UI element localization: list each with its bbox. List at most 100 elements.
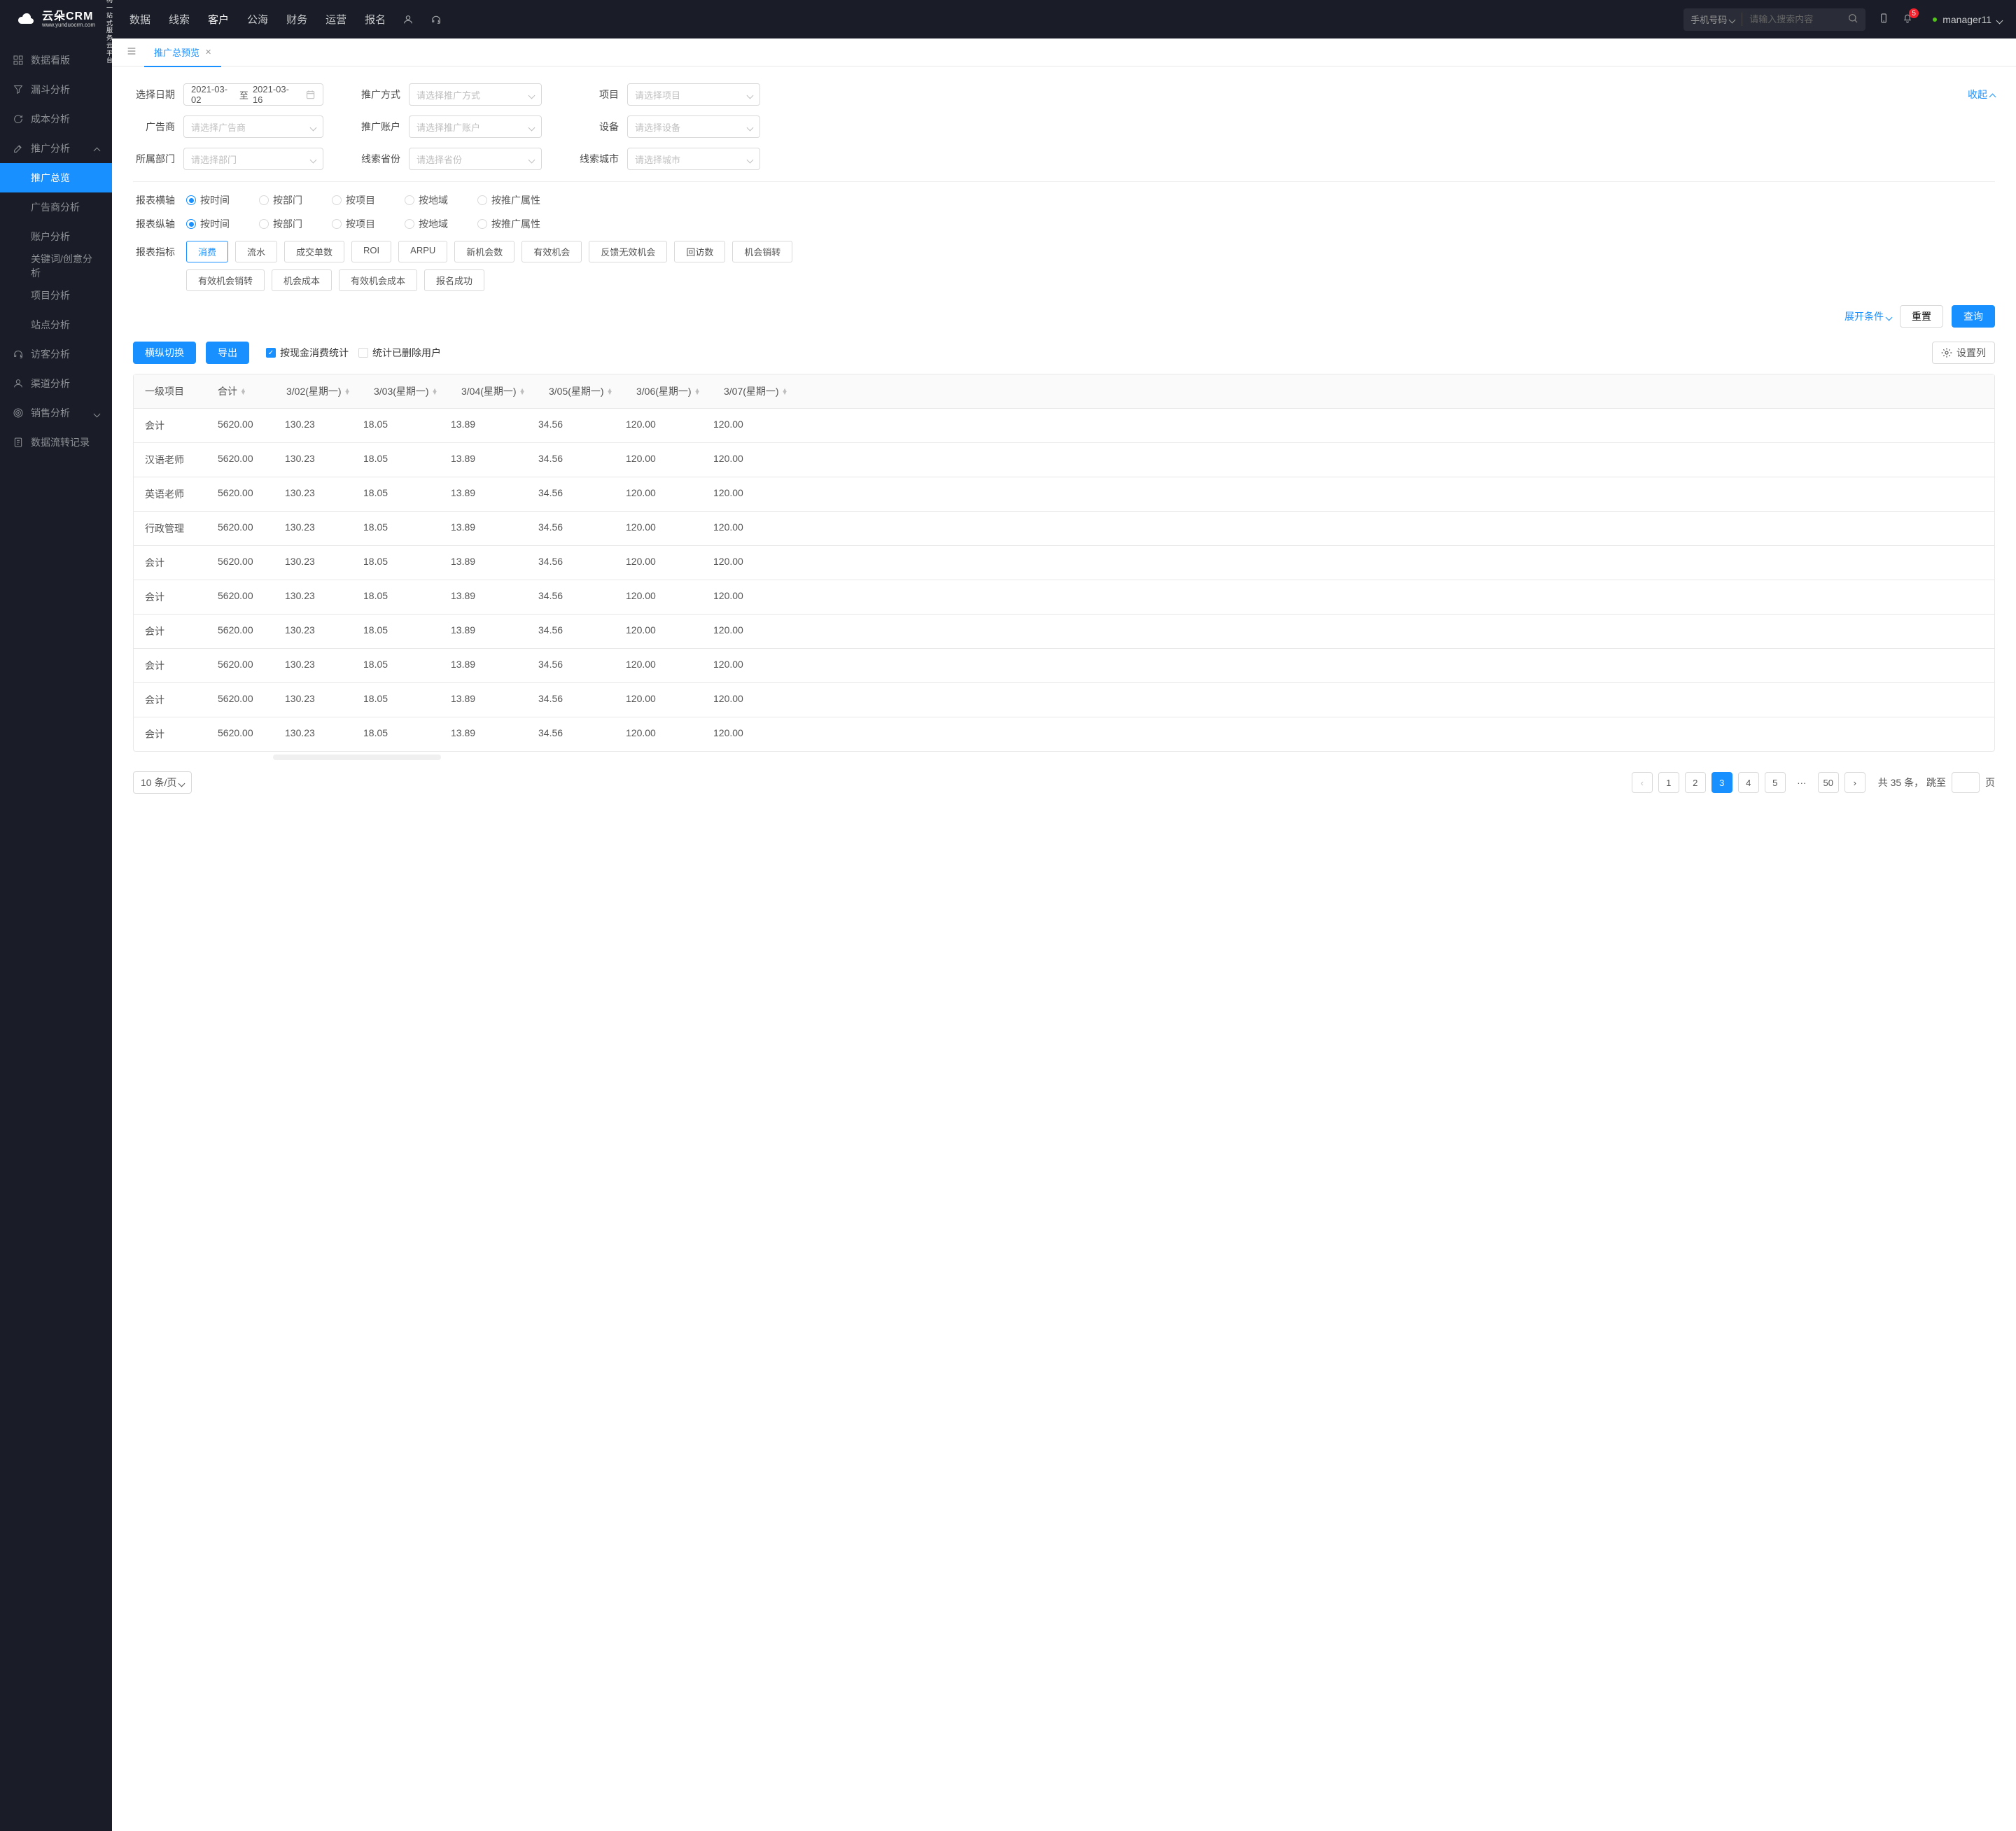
search-button[interactable] [1840, 13, 1865, 26]
date-range-picker[interactable]: 2021-03-02 至 2021-03-16 [183, 83, 323, 106]
select-method[interactable]: 请选择推广方式 [409, 83, 542, 106]
radio-option[interactable]: 按地域 [405, 193, 448, 207]
th[interactable]: 3/02(星期一) ▲▼ [274, 374, 361, 408]
metric-tag[interactable]: 新机会数 [454, 241, 514, 262]
metric-tag[interactable]: 消费 [186, 241, 228, 262]
select-project[interactable]: 请选择项目 [627, 83, 760, 106]
radio-icon [186, 195, 196, 205]
radio-option[interactable]: 按项目 [332, 217, 375, 231]
metric-tag[interactable]: 有效机会 [522, 241, 582, 262]
radio-option[interactable]: 按推广属性 [477, 193, 540, 207]
td: 130.23 [274, 409, 351, 442]
headset-icon[interactable] [430, 14, 442, 25]
topnav-item[interactable]: 公海 [247, 12, 268, 27]
menu-collapse-icon[interactable] [119, 45, 144, 59]
query-button[interactable]: 查询 [1952, 305, 1995, 328]
metric-tag[interactable]: 反馈无效机会 [589, 241, 667, 262]
switch-axis-button[interactable]: 横纵切换 [133, 342, 196, 364]
pager-page[interactable]: 3 [1712, 772, 1732, 793]
td: 34.56 [526, 443, 613, 477]
sidebar-subitem[interactable]: 项目分析 [0, 281, 112, 310]
metric-tag[interactable]: ARPU [398, 241, 447, 262]
topnav-item[interactable]: 客户 [208, 12, 229, 27]
pager-page[interactable]: 5 [1765, 772, 1786, 793]
th[interactable]: 3/04(星期一) ▲▼ [449, 374, 536, 408]
metric-tag[interactable]: 成交单数 [284, 241, 344, 262]
mobile-icon[interactable] [1878, 13, 1889, 26]
select-account[interactable]: 请选择推广账户 [409, 115, 542, 138]
td: 行政管理 [134, 512, 211, 545]
sidebar-item[interactable]: 数据看版 [0, 45, 112, 75]
th[interactable]: 3/05(星期一) ▲▼ [536, 374, 624, 408]
search-type-select[interactable]: 手机号码 [1684, 13, 1742, 26]
td: 120.00 [701, 717, 788, 751]
reset-button[interactable]: 重置 [1900, 305, 1943, 328]
close-icon[interactable]: ✕ [205, 48, 211, 57]
checkbox-deleted[interactable]: 统计已删除用户 [358, 346, 441, 360]
sidebar-subitem[interactable]: 站点分析 [0, 310, 112, 339]
metric-tag[interactable]: 有效机会销转 [186, 269, 265, 291]
sidebar-item[interactable]: 销售分析 [0, 398, 112, 428]
tab-promotion-overview[interactable]: 推广总预览 ✕ [144, 39, 221, 67]
sidebar-item[interactable]: 访客分析 [0, 339, 112, 369]
th[interactable]: 3/06(星期一) ▲▼ [624, 374, 711, 408]
topnav-item[interactable]: 线索 [169, 12, 190, 27]
sidebar-item[interactable]: 成本分析 [0, 104, 112, 134]
radio-option[interactable]: 按地域 [405, 217, 448, 231]
sidebar-subitem[interactable]: 账户分析 [0, 222, 112, 251]
th[interactable]: 一级项目 [134, 374, 211, 408]
user-menu[interactable]: manager11 [1933, 14, 2002, 25]
expand-conditions-link[interactable]: 展开条件 [1844, 309, 1891, 323]
sort-icon: ▲▼ [694, 388, 701, 395]
metric-tag[interactable]: 机会销转 [732, 241, 792, 262]
pager-page[interactable]: 1 [1658, 772, 1679, 793]
topnav-item[interactable]: 报名 [365, 12, 386, 27]
td: 120.00 [701, 649, 788, 682]
sidebar-subitem[interactable]: 广告商分析 [0, 192, 112, 222]
pager-last[interactable]: 50 [1818, 772, 1839, 793]
sidebar-item[interactable]: 渠道分析 [0, 369, 112, 398]
topnav-item[interactable]: 运营 [326, 12, 346, 27]
sidebar-subitem[interactable]: 关键词/创意分析 [0, 251, 112, 281]
topnav-item[interactable]: 财务 [286, 12, 307, 27]
sidebar-item[interactable]: 数据流转记录 [0, 428, 112, 457]
sidebar-item[interactable]: 推广分析 [0, 134, 112, 163]
set-columns-button[interactable]: 设置列 [1932, 342, 1995, 364]
th[interactable]: 合计 ▲▼ [211, 374, 274, 408]
select-province[interactable]: 请选择省份 [409, 148, 542, 170]
topnav-item[interactable]: 数据 [130, 12, 150, 27]
metric-tag[interactable]: ROI [351, 241, 391, 262]
collapse-filters-link[interactable]: 收起 [1968, 87, 1995, 101]
radio-option[interactable]: 按部门 [259, 217, 302, 231]
radio-option[interactable]: 按部门 [259, 193, 302, 207]
metric-tag[interactable]: 流水 [235, 241, 277, 262]
radio-option[interactable]: 按项目 [332, 193, 375, 207]
radio-option[interactable]: 按推广属性 [477, 217, 540, 231]
metric-tag[interactable]: 回访数 [674, 241, 725, 262]
metric-tag[interactable]: 机会成本 [272, 269, 332, 291]
pager-prev[interactable]: ‹ [1632, 772, 1653, 793]
radio-option[interactable]: 按时间 [186, 193, 230, 207]
page-size-select[interactable]: 10 条/页 [133, 771, 192, 794]
user-icon[interactable] [402, 14, 414, 25]
pager-jump-input[interactable] [1952, 772, 1980, 793]
bell-icon[interactable]: 5 [1902, 13, 1913, 26]
select-advertiser[interactable]: 请选择广告商 [183, 115, 323, 138]
export-button[interactable]: 导出 [206, 342, 249, 364]
search-input[interactable] [1742, 14, 1840, 24]
th[interactable]: 3/03(星期一) ▲▼ [361, 374, 449, 408]
horizontal-scrollbar[interactable] [273, 755, 441, 760]
sidebar-item[interactable]: 漏斗分析 [0, 75, 112, 104]
metric-tag[interactable]: 报名成功 [424, 269, 484, 291]
pager-page[interactable]: 2 [1685, 772, 1706, 793]
metric-tag[interactable]: 有效机会成本 [339, 269, 417, 291]
select-device[interactable]: 请选择设备 [627, 115, 760, 138]
radio-option[interactable]: 按时间 [186, 217, 230, 231]
select-city[interactable]: 请选择城市 [627, 148, 760, 170]
select-dept[interactable]: 请选择部门 [183, 148, 323, 170]
pager-page[interactable]: 4 [1738, 772, 1759, 793]
checkbox-cash[interactable]: 按现金消费统计 [266, 346, 349, 360]
sidebar-subitem[interactable]: 推广总览 [0, 163, 112, 192]
th[interactable]: 3/07(星期一) ▲▼ [711, 374, 799, 408]
pager-next[interactable]: › [1844, 772, 1865, 793]
